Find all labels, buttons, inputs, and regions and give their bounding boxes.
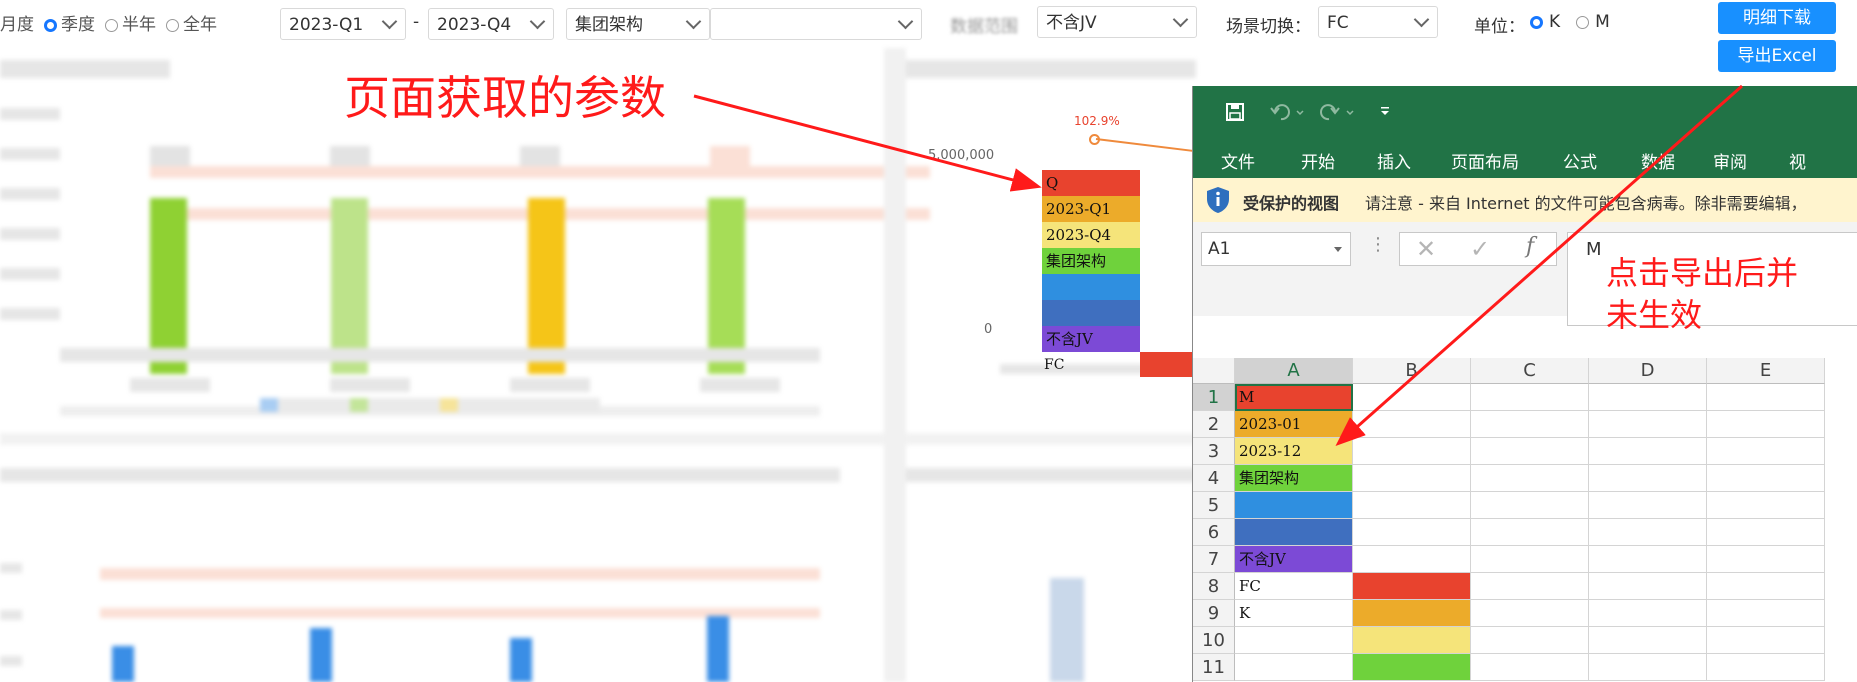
arrow-to-excel xyxy=(1335,84,1743,446)
arrow-to-stack xyxy=(693,94,1042,192)
annotation-arrows xyxy=(693,84,1743,446)
